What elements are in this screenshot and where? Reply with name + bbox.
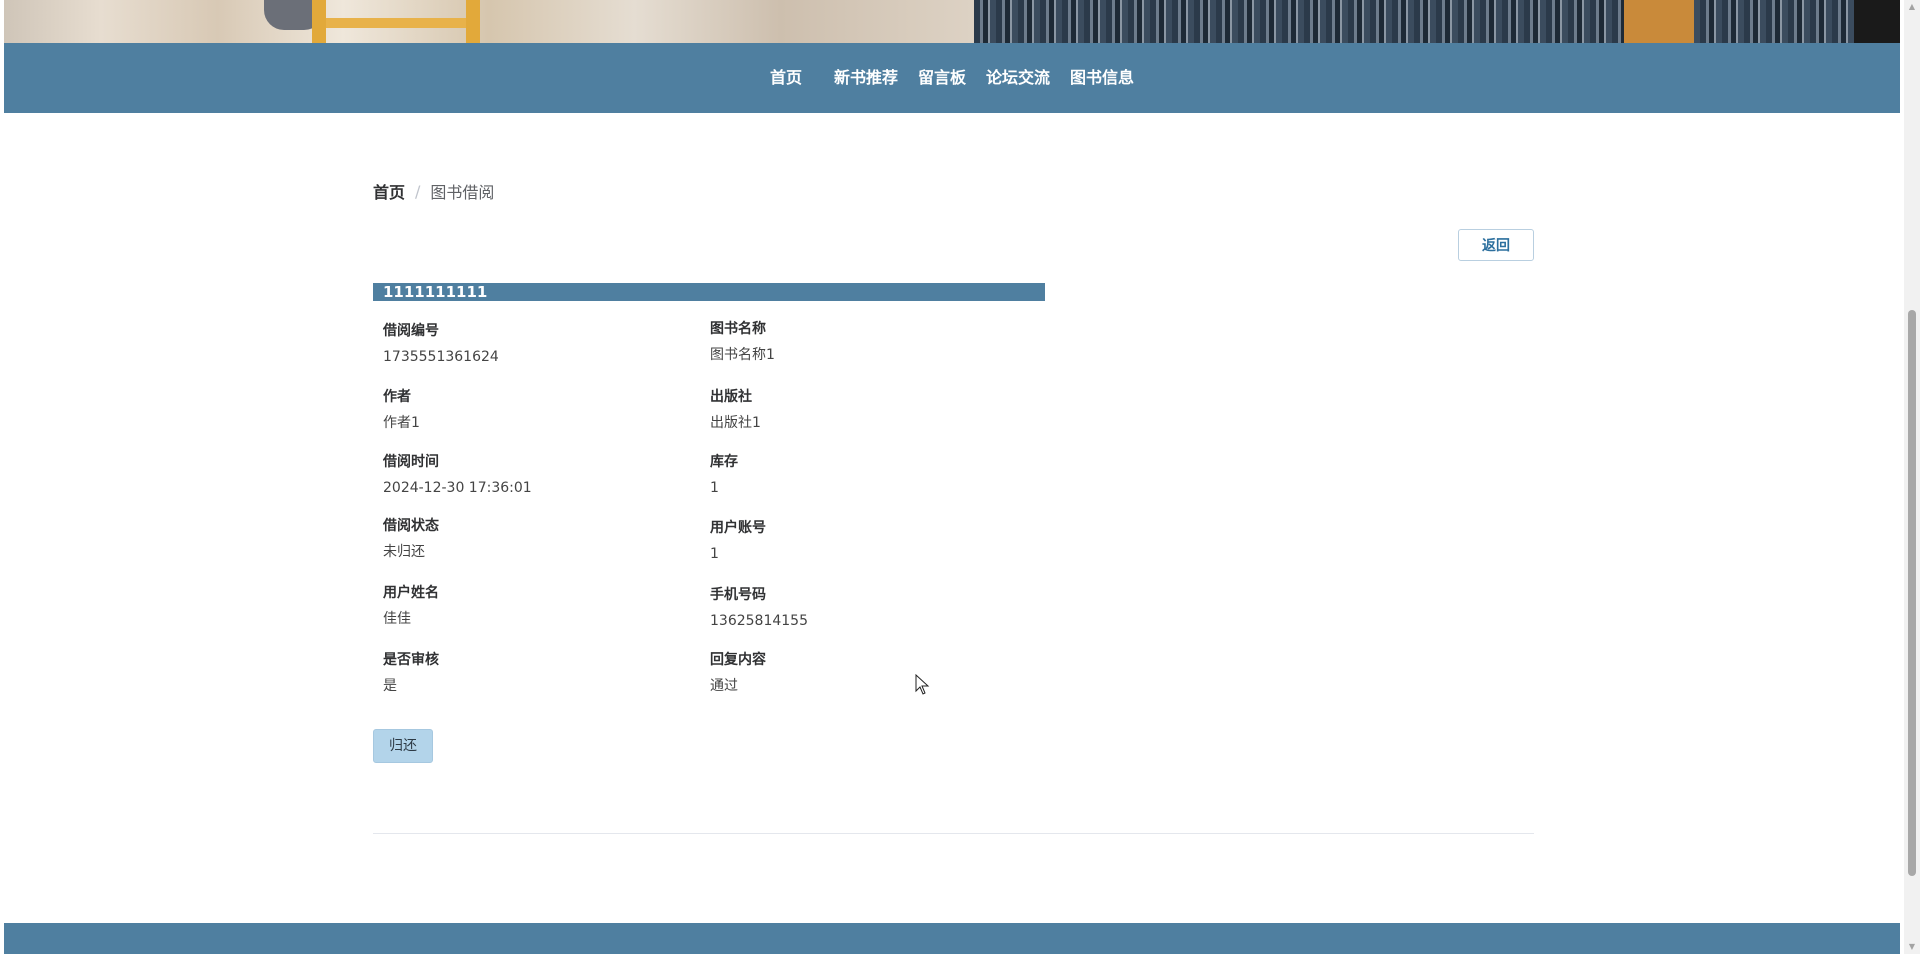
field-label: 借阅时间 [383, 454, 439, 470]
field-value: 出版社1 [710, 415, 761, 431]
breadcrumb-separator: / [415, 181, 421, 201]
field-borrow-time: 借阅时间 2024-12-30 17:36:01 [383, 452, 683, 498]
field-borrow-status: 借阅状态 未归还 [383, 516, 683, 562]
field-value: 是 [383, 678, 397, 694]
field-label: 用户账号 [710, 520, 766, 536]
field-label: 借阅编号 [383, 323, 439, 339]
nav-item-new-books[interactable]: 新书推荐 [824, 43, 908, 113]
field-label: 用户姓名 [383, 585, 439, 601]
field-borrow-id: 借阅编号 1735551361624 [383, 321, 683, 367]
field-label: 借阅状态 [383, 518, 439, 534]
nav-item-home[interactable]: 首页 [760, 43, 812, 113]
vertical-scrollbar[interactable]: ▲ ▼ [1904, 0, 1920, 954]
back-button[interactable]: 返回 [1458, 229, 1534, 261]
field-reviewed: 是否审核 是 [383, 650, 683, 696]
field-author: 作者 作者1 [383, 387, 683, 433]
field-label: 作者 [383, 389, 411, 405]
field-value: 图书名称1 [710, 347, 775, 363]
return-book-button[interactable]: 归还 [373, 729, 433, 763]
banner-image [4, 0, 1900, 43]
field-value: 作者1 [383, 415, 420, 431]
field-value: 未归还 [383, 544, 425, 560]
field-user-account: 用户账号 1 [710, 518, 1010, 564]
field-value: 2024-12-30 17:36:01 [383, 480, 532, 496]
page: 首页 新书推荐 留言板 论坛交流 图书信息 首页 / 图书借阅 返回 11111… [4, 0, 1900, 954]
field-book-name: 图书名称 图书名称1 [710, 319, 1010, 365]
field-stock: 库存 1 [710, 452, 1010, 498]
field-label: 回复内容 [710, 652, 766, 668]
field-label: 手机号码 [710, 587, 766, 603]
field-value: 1 [710, 480, 719, 496]
field-label: 出版社 [710, 389, 752, 405]
scroll-down-arrow-icon[interactable]: ▼ [1904, 940, 1920, 954]
field-label: 是否审核 [383, 652, 439, 668]
breadcrumb-current: 图书借阅 [430, 183, 495, 202]
field-value: 1 [710, 546, 719, 562]
nav-item-message-board[interactable]: 留言板 [908, 43, 976, 113]
breadcrumb: 首页 / 图书借阅 [373, 179, 494, 203]
nav-bar: 首页 新书推荐 留言板 论坛交流 图书信息 [4, 43, 1900, 113]
nav-item-book-info[interactable]: 图书信息 [1060, 43, 1144, 113]
scroll-up-arrow-icon[interactable]: ▲ [1904, 0, 1920, 14]
field-user-name: 用户姓名 佳佳 [383, 583, 683, 629]
field-value: 13625814155 [710, 613, 808, 629]
field-label: 库存 [710, 454, 738, 470]
field-value: 通过 [710, 678, 738, 694]
field-publisher: 出版社 出版社1 [710, 387, 1010, 433]
field-label: 图书名称 [710, 321, 766, 337]
field-phone: 手机号码 13625814155 [710, 585, 1010, 631]
nav-item-forum[interactable]: 论坛交流 [976, 43, 1060, 113]
field-reply: 回复内容 通过 [710, 650, 1010, 696]
mouse-cursor-icon [915, 674, 930, 695]
breadcrumb-home[interactable]: 首页 [373, 179, 405, 203]
field-value: 佳佳 [383, 611, 411, 627]
scrollbar-thumb[interactable] [1908, 310, 1916, 876]
detail-title: 1111111111 [373, 283, 1045, 301]
footer [4, 923, 1900, 954]
divider [373, 833, 1534, 834]
field-value: 1735551361624 [383, 349, 499, 365]
